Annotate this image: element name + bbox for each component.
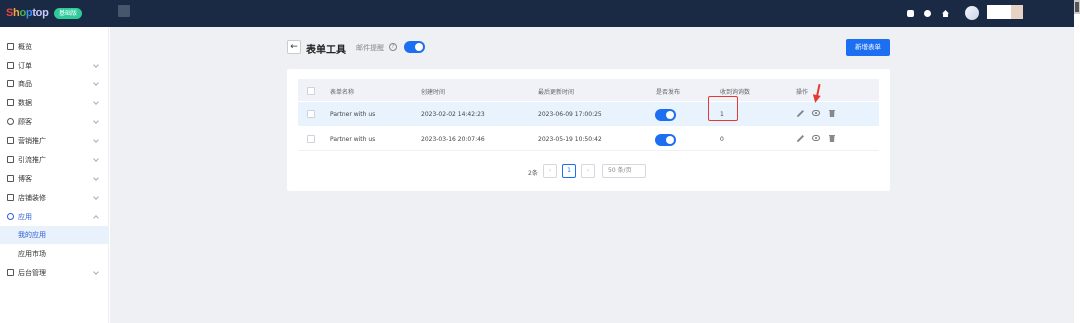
created-time: 2023-03-16 20:07:46 — [421, 136, 485, 143]
annotation-arrow-head — [811, 94, 821, 104]
chevron-down-icon — [93, 174, 99, 181]
chevron-down-icon — [93, 268, 99, 275]
product-icon — [7, 80, 14, 87]
sidebar-subitem-app-market[interactable]: 应用市场 — [0, 245, 109, 263]
row-checkbox[interactable] — [307, 135, 315, 143]
user-name-redacted[interactable] — [987, 5, 1023, 19]
created-time: 2023-02-02 14:42:23 — [421, 111, 485, 118]
page-size-select[interactable]: 50 条/页 — [602, 164, 646, 178]
annotation-highlight-box — [708, 96, 738, 121]
folder-icon — [7, 269, 14, 276]
new-form-button[interactable]: 新增表单 — [846, 39, 890, 56]
back-button[interactable]: ← — [287, 40, 301, 54]
sidebar-item-orders[interactable]: 订单 — [0, 56, 109, 75]
sidebar-item-label: 概览 — [18, 42, 32, 51]
pagination-current-page[interactable]: 1 — [562, 164, 576, 178]
sidebar-item-label: 数据 — [18, 98, 32, 107]
avatar[interactable] — [965, 6, 979, 20]
sidebar-item-label: 应用市场 — [18, 250, 46, 258]
pagination-next[interactable]: › — [581, 164, 595, 178]
clock-icon[interactable] — [924, 10, 931, 17]
publish-toggle[interactable] — [655, 134, 676, 146]
grid-icon — [7, 43, 14, 50]
pagination-total: 2条 — [528, 170, 538, 177]
form-name[interactable]: Partner with us — [330, 136, 375, 143]
column-header: 是否发布 — [656, 89, 681, 96]
column-header: 创建时间 — [421, 89, 446, 96]
column-header: 表单名称 — [330, 89, 355, 96]
column-header: 操作 — [796, 89, 809, 96]
sidebar-item-label: 我的应用 — [18, 231, 46, 239]
row-checkbox[interactable] — [307, 110, 315, 118]
sidebar-item-label: 应用 — [18, 212, 32, 221]
chevron-down-icon — [93, 155, 99, 162]
sidebar-item-label: 引流推广 — [18, 155, 46, 164]
submission-count: 0 — [720, 136, 724, 143]
delete-trash-icon[interactable] — [829, 135, 835, 142]
view-eye-icon[interactable] — [812, 135, 820, 141]
database-icon[interactable] — [907, 10, 914, 17]
chevron-up-icon — [93, 214, 99, 221]
menu-square-icon[interactable] — [118, 5, 130, 17]
sidebar-item-overview[interactable]: 概览 — [0, 37, 109, 56]
home-icon[interactable] — [942, 10, 949, 17]
chevron-down-icon — [93, 98, 99, 105]
pagination-prev[interactable]: ‹ — [543, 164, 557, 178]
chevron-down-icon — [93, 117, 99, 124]
mail-reminder-label: 邮件提醒 — [356, 44, 384, 52]
chevron-down-icon — [93, 79, 99, 86]
logo-part: S — [6, 7, 14, 19]
chevron-down-icon — [93, 193, 99, 200]
chevron-down-icon — [93, 61, 99, 68]
updated-time: 2023-05-19 10:50:42 — [538, 136, 602, 143]
table-header — [298, 79, 879, 101]
sidebar-item-label: 营销推广 — [18, 136, 46, 145]
column-header: 最后更新时间 — [538, 89, 575, 96]
sidebar-item-label: 商品 — [18, 79, 32, 88]
logo-part: top — [32, 7, 49, 19]
sidebar-item-apps[interactable]: 应用 — [0, 207, 109, 226]
sidebar-item-label: 顾客 — [18, 117, 32, 126]
apps-icon — [7, 213, 14, 220]
sidebar-subitem-my-apps[interactable]: 我的应用 — [0, 226, 109, 244]
delete-trash-icon[interactable] — [829, 110, 835, 117]
sidebar-item-customers[interactable]: 顾客 — [0, 112, 109, 131]
form-name[interactable]: Partner with us — [330, 111, 375, 118]
sidebar-item-label: 后台管理 — [18, 268, 46, 277]
sidebar-item-blog[interactable]: 博客 — [0, 169, 109, 188]
user-icon — [7, 118, 14, 125]
publish-toggle[interactable] — [655, 109, 676, 121]
sidebar-item-admin[interactable]: 后台管理 — [0, 263, 109, 282]
edition-badge: 基础版 — [54, 8, 83, 19]
tag-icon — [7, 137, 14, 144]
sidebar-item-store-design[interactable]: 店铺装修 — [0, 188, 109, 207]
order-icon — [7, 62, 14, 69]
mail-reminder-toggle[interactable] — [404, 41, 425, 53]
sidebar-item-products[interactable]: 商品 — [0, 74, 109, 93]
top-bar: Shoptop 基础版 — [0, 0, 1074, 27]
edge-scrollbar[interactable] — [1074, 0, 1080, 14]
sidebar-item-marketing[interactable]: 营销推广 — [0, 131, 109, 150]
traffic-icon — [7, 156, 14, 163]
sidebar-item-label: 订单 — [18, 61, 32, 70]
sidebar-item-label: 店铺装修 — [18, 193, 46, 202]
store-icon — [7, 194, 14, 201]
column-header: 收到询询数 — [720, 89, 751, 96]
sidebar-item-data[interactable]: 数据 — [0, 93, 109, 112]
view-eye-icon[interactable] — [812, 110, 820, 116]
data-icon — [7, 99, 14, 106]
updated-time: 2023-06-09 17:00:25 — [538, 111, 602, 118]
page-title: 表单工具 — [306, 45, 346, 56]
sidebar-item-traffic[interactable]: 引流推广 — [0, 150, 109, 169]
help-icon[interactable]: ? — [389, 43, 397, 51]
chevron-down-icon — [93, 136, 99, 143]
blog-icon — [7, 175, 14, 182]
shoptop-logo[interactable]: Shoptop — [6, 7, 49, 19]
sidebar-item-label: 博客 — [18, 174, 32, 183]
select-all-checkbox[interactable] — [307, 87, 315, 95]
